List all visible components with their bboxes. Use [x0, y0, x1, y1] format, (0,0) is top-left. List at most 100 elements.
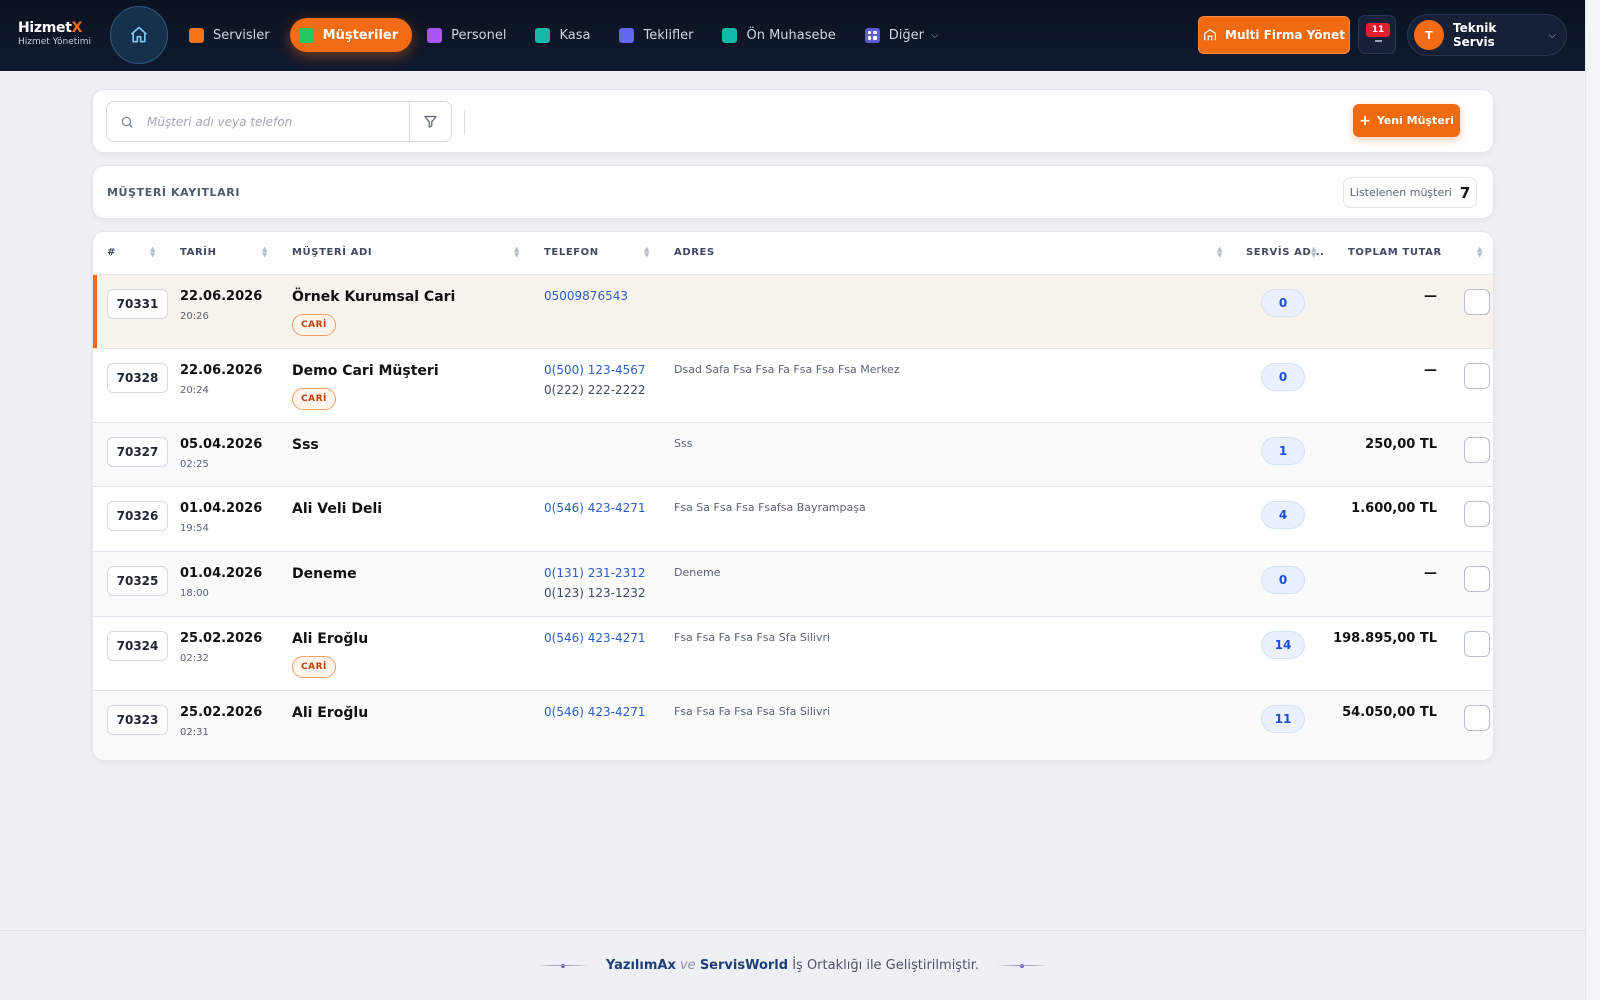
home-icon [130, 26, 148, 43]
new-customer-button[interactable]: + Yeni Müşteri [1353, 104, 1460, 137]
footer-connector: ve [679, 958, 696, 973]
row-date: 01.04.2026 [180, 566, 263, 581]
search-toolbar: + Yeni Müşteri [92, 89, 1494, 153]
column-header-total[interactable]: TOPLAM TUTAR [1348, 247, 1442, 258]
search-input[interactable] [147, 102, 409, 141]
brand-logo[interactable]: HizmetX Hizmet Yönetimi [18, 20, 91, 47]
nav-item-diger[interactable]: Diğer ⌵ [856, 18, 953, 52]
row-time: 02:31 [180, 727, 209, 738]
customer-id[interactable]: 70325 [107, 566, 168, 596]
table-row[interactable]: 70327 05.04.2026 02:25 Sss Sss 1 250,00 … [93, 423, 1493, 487]
customer-phone-secondary: 0(123) 123-1232 [544, 586, 646, 600]
column-header-name[interactable]: MÜŞTERİ ADI [292, 247, 372, 258]
nav-item-kasa[interactable]: Kasa [526, 18, 604, 52]
customer-phone[interactable]: 0(546) 423-4271 [544, 631, 646, 645]
customer-phone-secondary: 0(222) 222-2222 [544, 383, 646, 397]
customer-phone[interactable]: 05009876543 [544, 289, 628, 303]
customer-name[interactable]: Ali Eroğlu [292, 631, 368, 647]
sort-icon[interactable]: ▲ ▼ [1311, 246, 1316, 259]
sort-icon[interactable]: ▲ ▼ [150, 246, 155, 259]
nav-item-personel[interactable]: Personel [418, 18, 520, 52]
notification-button[interactable]: 11 [1358, 15, 1396, 54]
sort-icon[interactable]: ▲ ▼ [514, 246, 519, 259]
customer-address: Fsa Sa Fsa Fsa Fsafsa Bayrampaşa [674, 501, 866, 514]
sort-icon[interactable]: ▲ ▼ [644, 246, 649, 259]
row-time: 19:54 [180, 523, 209, 534]
avatar: T [1414, 20, 1444, 50]
nav-item-teklifler[interactable]: Teklifler [610, 18, 707, 52]
teklifler-icon [619, 27, 635, 43]
sort-icon[interactable]: ▲ ▼ [1477, 246, 1482, 259]
column-header-id[interactable]: # [107, 247, 116, 258]
top-navigation-bar: HizmetX Hizmet Yönetimi Servisler Müşter… [0, 0, 1585, 71]
service-count-badge: 11 [1261, 705, 1305, 733]
sort-icon[interactable]: ▲ ▼ [1217, 246, 1222, 259]
total-amount: 198.895,00 TL [1333, 631, 1437, 646]
nav-item-on-muhasebe[interactable]: Ön Muhasebe [713, 18, 849, 52]
row-checkbox[interactable] [1464, 705, 1490, 731]
user-menu[interactable]: T Teknik Servis ⌵ [1407, 14, 1567, 56]
customer-name[interactable]: Ali Veli Deli [292, 501, 382, 517]
search-box [106, 101, 452, 142]
customer-id[interactable]: 70328 [107, 363, 168, 393]
customer-address: Deneme [674, 566, 721, 579]
chevron-down-icon: ⌵ [931, 29, 939, 41]
cari-badge: CARİ [292, 388, 336, 410]
column-header-phone[interactable]: TELEFON [544, 247, 599, 258]
row-checkbox[interactable] [1464, 289, 1490, 315]
customer-name[interactable]: Deneme [292, 566, 357, 582]
customer-address: Sss [674, 437, 693, 450]
cari-badge: CARİ [292, 314, 336, 336]
customer-phone[interactable]: 0(500) 123-4567 [544, 363, 646, 377]
table-row[interactable]: 70331 22.06.2026 20:26 Örnek Kurumsal Ca… [93, 275, 1493, 349]
nav-item-musteriler[interactable]: Müşteriler [289, 18, 413, 52]
record-count-badge: Listelenen müşteri 7 [1343, 177, 1477, 208]
customer-address: Dsad Safa Fsa Fsa Fa Fsa Fsa Fsa Merkez [674, 363, 900, 376]
customer-phone[interactable]: 0(546) 423-4271 [544, 705, 646, 719]
personel-icon [427, 27, 443, 43]
row-checkbox[interactable] [1464, 501, 1490, 527]
customer-name[interactable]: Sss [292, 437, 319, 453]
scrollbar[interactable] [1585, 0, 1600, 1000]
sort-icon[interactable]: ▲ ▼ [262, 246, 267, 259]
footer-brand-yazilimax[interactable]: YazılımAx [606, 958, 676, 973]
row-checkbox[interactable] [1464, 437, 1490, 463]
footer-ornament-left [537, 963, 588, 968]
table-row[interactable]: 70324 25.02.2026 02:32 Ali Eroğlu CARİ 0… [93, 617, 1493, 691]
table-row[interactable]: 70323 25.02.2026 02:31 Ali Eroğlu 0(546)… [93, 691, 1493, 760]
footer: YazılımAx ve ServisWorld İş Ortaklığı il… [0, 930, 1585, 1000]
home-button[interactable] [110, 6, 168, 64]
service-count-badge: 0 [1261, 289, 1305, 317]
footer-credit: YazılımAx ve ServisWorld İş Ortaklığı il… [606, 958, 979, 973]
customer-name[interactable]: Demo Cari Müşteri [292, 363, 439, 379]
customer-name[interactable]: Örnek Kurumsal Cari [292, 289, 455, 305]
row-checkbox[interactable] [1464, 631, 1490, 657]
table-row[interactable]: 70325 01.04.2026 18:00 Deneme 0(131) 231… [93, 552, 1493, 617]
row-date: 22.06.2026 [180, 289, 263, 304]
customer-id[interactable]: 70323 [107, 705, 168, 735]
customer-phone[interactable]: 0(131) 231-2312 [544, 566, 646, 580]
customer-phone[interactable]: 0(546) 423-4271 [544, 501, 646, 515]
table-row[interactable]: 70328 22.06.2026 20:24 Demo Cari Müşteri… [93, 349, 1493, 423]
customer-id[interactable]: 70324 [107, 631, 168, 661]
brand-name-accent: X [71, 20, 83, 36]
column-header-address[interactable]: ADRES [674, 247, 715, 258]
customer-name[interactable]: Ali Eroğlu [292, 705, 368, 721]
filter-button[interactable] [409, 102, 451, 141]
row-date: 25.02.2026 [180, 705, 263, 720]
customer-id[interactable]: 70331 [107, 289, 168, 319]
footer-brand-servisworld[interactable]: ServisWorld [700, 958, 788, 973]
customer-id[interactable]: 70326 [107, 501, 168, 531]
building-icon [1204, 29, 1216, 41]
table-row[interactable]: 70326 01.04.2026 19:54 Ali Veli Deli 0(5… [93, 487, 1493, 552]
row-date: 01.04.2026 [180, 501, 263, 516]
customer-id[interactable]: 70327 [107, 437, 168, 467]
kasa-icon [535, 27, 551, 43]
cari-badge: CARİ [292, 656, 336, 678]
footer-text: İş Ortaklığı ile Geliştirilmiştir. [792, 958, 980, 973]
nav-item-servisler[interactable]: Servisler [180, 18, 284, 52]
row-checkbox[interactable] [1464, 566, 1490, 592]
column-header-date[interactable]: TARİH [180, 247, 217, 258]
row-checkbox[interactable] [1464, 363, 1490, 389]
multi-firm-button[interactable]: Multi Firma Yönet [1198, 16, 1350, 54]
